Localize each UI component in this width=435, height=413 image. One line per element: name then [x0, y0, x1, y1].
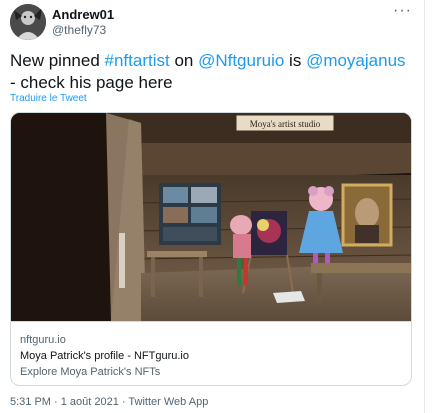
mention-link-nftguruio[interactable]: @Nftguruio	[198, 51, 284, 70]
display-name[interactable]: Andrew01	[52, 7, 114, 22]
studio-sign-text: Moya's artist studio	[250, 119, 321, 129]
tweet-text-part: on	[169, 51, 199, 70]
avatar[interactable]	[10, 4, 46, 40]
avatar-image	[10, 4, 46, 40]
user-handle[interactable]: @thefly73	[52, 23, 106, 37]
card-title: Moya Patrick's profile - NFTguru.io	[20, 350, 189, 362]
tweet-text-part: New pinned	[10, 51, 105, 70]
more-options-icon[interactable]: ···	[393, 2, 412, 20]
tweet-text-part: - check his page here	[10, 73, 173, 92]
link-preview-card[interactable]: Moya's artist studio nftguru.io Moya Pat…	[10, 112, 412, 386]
card-domain: nftguru.io	[20, 334, 66, 346]
tweet-timestamp[interactable]: 5:31 PM · 1 août 2021 · Twitter Web App	[10, 396, 208, 408]
tweet-text: New pinned #nftartist on @Nftguruio is @…	[10, 50, 415, 94]
card-description: Explore Moya Patrick's NFTs	[20, 366, 161, 378]
studio-scene-image: Moya's artist studio	[11, 113, 411, 321]
tweet: Andrew01 @thefly73 ··· New pinned #nftar…	[0, 0, 425, 413]
translate-tweet-link[interactable]: Traduire le Tweet	[10, 93, 87, 104]
tweet-text-part: is	[284, 51, 307, 70]
hashtag-link[interactable]: #nftartist	[105, 51, 170, 70]
mention-link-moyajanus[interactable]: @moyajanus	[306, 51, 405, 70]
card-image[interactable]: Moya's artist studio	[11, 113, 411, 321]
card-info[interactable]: nftguru.io Moya Patrick's profile - NFTg…	[11, 321, 411, 385]
